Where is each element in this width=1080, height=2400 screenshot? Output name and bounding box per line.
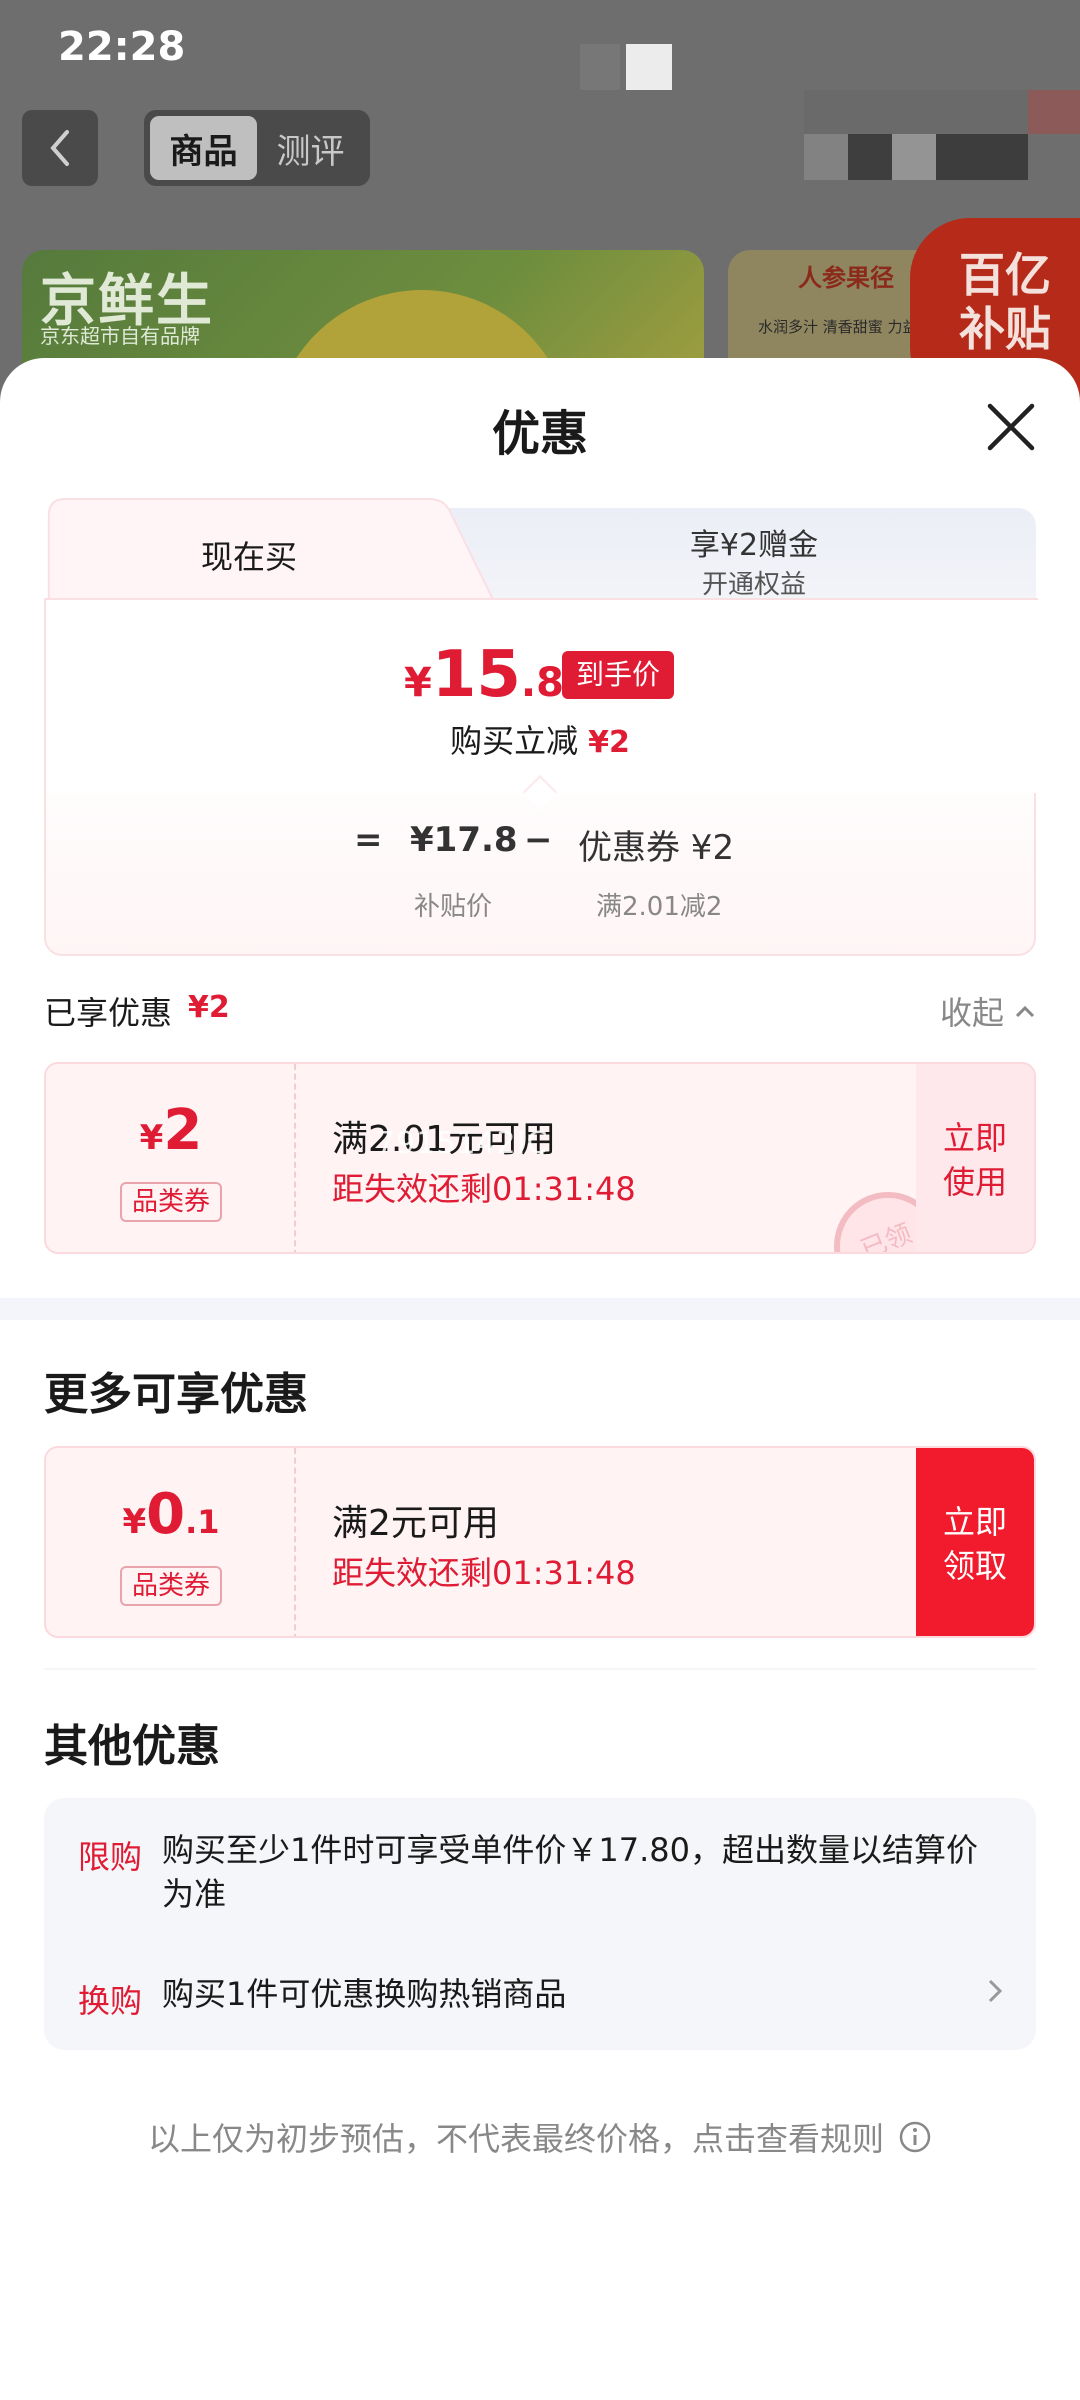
formula-equals: = (354, 820, 383, 860)
coupon-type-badge: 品类券 (120, 1182, 222, 1222)
back-button[interactable] (22, 110, 98, 186)
trade-up-text[interactable]: 购买1件可优惠换购热销商品 (162, 1972, 982, 2016)
coupon-amount-integer: 0 (146, 1482, 186, 1547)
claim-now-label: 立即领取 (942, 1503, 1007, 1585)
coupon-available: ¥0.1 品类券 满2元可用 距失效还剩01:31:48 立即领取 (44, 1446, 1036, 1638)
close-icon (987, 403, 1035, 451)
coupon-amount-integer: 2 (163, 1098, 203, 1163)
coupon-value-panel: ¥0.1 品类券 (46, 1448, 296, 1636)
tab-review[interactable]: 测评 (257, 116, 364, 180)
limit-purchase-tag: 限购 (78, 1838, 143, 1876)
coupon-used: ¥2 品类券 满2.01元可用 7915142IC 距失效还剩01:31:48 … (44, 1062, 1036, 1254)
final-price-integer: 15 (431, 638, 521, 712)
final-price-currency: ¥ (404, 660, 432, 706)
price-formula: = ¥17.8 − 优惠券 ¥2 (44, 820, 1036, 880)
tab-buy-now-label: 现在买 (200, 538, 297, 576)
coupon-value-panel: ¥2 品类券 (46, 1064, 296, 1252)
redaction-blocks (580, 44, 680, 90)
formula-coupon-label: 满2.01减2 (596, 892, 723, 922)
coupon-type-badge: 品类券 (120, 1566, 222, 1606)
brand-subtitle: 京东超市自有品牌 (40, 324, 200, 348)
other-offers-box: 限购 购买至少1件时可享受单件价￥17.80，超出数量以结算价为准 换购 购买1… (44, 1798, 1036, 2050)
tab-membership-subtitle: 开通权益 (701, 570, 806, 600)
related-banner-subtitle: 水润多汁 清香甜蜜 力益 (758, 318, 918, 336)
info-icon (899, 2121, 931, 2153)
use-now-button[interactable]: 立即使用 (916, 1064, 1034, 1252)
chevron-right-icon[interactable] (980, 1976, 1010, 2006)
limit-purchase-text: 购买至少1件时可享受单件价￥17.80，超出数量以结算价为准 (162, 1831, 978, 1913)
other-offers-title: 其他优惠 (44, 1721, 220, 1772)
close-button[interactable] (982, 398, 1040, 456)
more-offers-title: 更多可享优惠 (44, 1369, 308, 1420)
coupon-amount-decimal: .1 (185, 1503, 220, 1541)
enjoyed-offers-header: 已享优惠 ¥2 收起 (44, 988, 1036, 1038)
section-divider (0, 1298, 1080, 1320)
coupon-currency: ¥ (139, 1118, 164, 1158)
subsidy-badge-label: 百亿补贴 (959, 248, 1051, 356)
instant-reduction-amount: ¥2 (588, 725, 630, 760)
discount-sheet: 优惠 现在买 享¥2赠金 开通权益 ¥15.8 到手价 购买立减 ¥2 = ¥17… (0, 358, 1080, 2400)
product-page-background: 22:28 商品 测评 京鲜生 京东超市自有品牌 人参果径 水润多汁 清香甜蜜 … (0, 0, 1080, 430)
section-divider-line (44, 1668, 1036, 1670)
collapse-label: 收起 (939, 994, 1004, 1032)
use-now-label: 立即使用 (942, 1119, 1007, 1201)
formula-subsidy-label: 补贴价 (414, 892, 493, 922)
enjoyed-offers-label: 已享优惠 (44, 994, 173, 1032)
tab-membership-title: 享¥2赠金 (689, 528, 819, 563)
related-banner-title: 人参果径 (798, 264, 894, 292)
final-price: ¥15.8 (404, 638, 564, 712)
trade-up-tag[interactable]: 换购 (78, 1976, 142, 2022)
watermark-text: 7915142IC (376, 1126, 549, 1161)
instant-reduction: 购买立减 ¥2 (44, 716, 1036, 762)
rules-footnote[interactable]: 以上仅为初步预估，不代表最终价格，点击查看规则 (0, 2114, 1080, 2160)
instant-reduction-label: 购买立减 (450, 722, 579, 760)
chevron-left-icon (50, 130, 69, 166)
final-price-tag: 到手价 (562, 651, 675, 699)
status-time: 22:28 (58, 24, 186, 70)
enjoyed-offers-amount: ¥2 (188, 990, 230, 1025)
final-price-decimal: .8 (520, 660, 564, 706)
chevron-up-icon (1015, 1005, 1035, 1018)
rules-footnote-text: 以上仅为初步预估，不代表最终价格，点击查看规则 (147, 2120, 884, 2158)
coupon-timer: 距失效还剩01:31:48 (332, 1554, 636, 1592)
coupon-amount: ¥0.1 (46, 1482, 296, 1547)
claim-now-button[interactable]: 立即领取 (916, 1448, 1034, 1636)
top-tab-bar: 商品 测评 (144, 110, 370, 186)
price-card: 现在买 享¥2赠金 开通权益 ¥15.8 到手价 购买立减 ¥2 = ¥17.8 … (44, 498, 1038, 956)
tab-product[interactable]: 商品 (150, 116, 257, 180)
redaction-blocks-2 (804, 90, 1080, 180)
coupon-condition: 满2元可用 (332, 1503, 499, 1544)
collapse-button[interactable]: 收起 (940, 988, 1036, 1034)
coupon-timer: 距失效还剩01:31:48 (332, 1170, 636, 1208)
coupon-currency: ¥ (122, 1502, 147, 1542)
formula-subsidy-price: ¥17.8 (410, 820, 518, 860)
formula-coupon: 优惠券 ¥2 (578, 828, 735, 868)
coupon-amount: ¥2 (46, 1098, 296, 1163)
formula-minus: − (524, 820, 553, 860)
sheet-title: 优惠 (491, 406, 588, 462)
